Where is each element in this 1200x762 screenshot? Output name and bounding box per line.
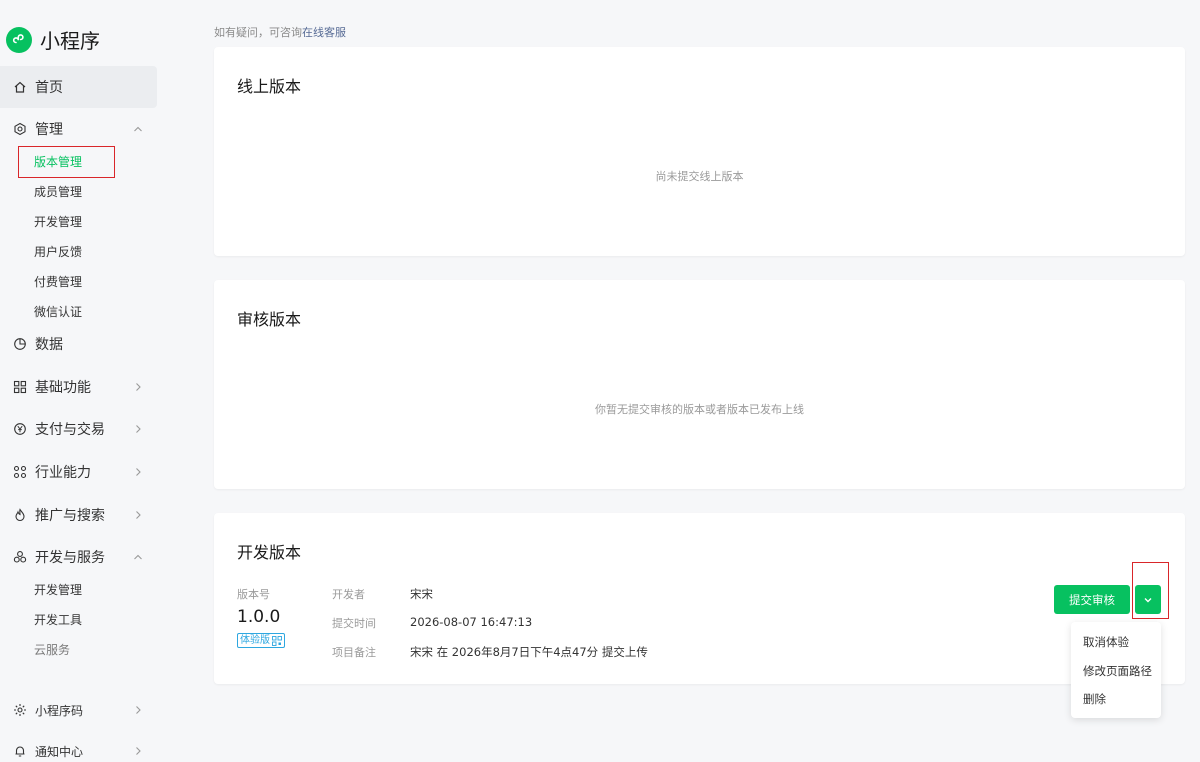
- nav-promotion[interactable]: 推广与搜索: [0, 494, 157, 536]
- industry-icon: [13, 465, 27, 479]
- trial-version-tag-label: 体验版: [240, 635, 270, 646]
- flame-icon: [13, 508, 27, 522]
- nav-home-label: 首页: [35, 80, 63, 96]
- nav-manage-label: 管理: [35, 122, 63, 138]
- submit-review-button[interactable]: 提交审核: [1054, 585, 1130, 614]
- online-version-card: 线上版本 尚未提交线上版本: [214, 47, 1185, 256]
- online-service-link[interactable]: 在线客服: [302, 26, 346, 39]
- highlight-box-version-manage: [18, 146, 115, 178]
- nav-data[interactable]: 数据: [0, 323, 157, 365]
- nav-user-feedback[interactable]: 用户反馈: [34, 242, 82, 262]
- review-version-card: 审核版本 你暂无提交审核的版本或者版本已发布上线: [214, 280, 1185, 489]
- developer-value: 宋宋: [410, 587, 433, 601]
- nav-industry[interactable]: 行业能力: [0, 451, 157, 493]
- chevron-right-icon: [136, 383, 141, 391]
- highlight-box-more-actions: [1132, 562, 1169, 619]
- grid-icon: [13, 380, 27, 394]
- nav-qrcode-label: 小程序码: [35, 703, 84, 718]
- nav-basic-label: 基础功能: [35, 380, 91, 396]
- chevron-right-icon: [136, 747, 141, 755]
- nav-devservice-label: 开发与服务: [35, 550, 105, 566]
- dev-version-title: 开发版本: [237, 543, 302, 562]
- chevron-right-icon: [136, 706, 141, 714]
- sun-icon: [13, 703, 27, 717]
- submit-time-label: 提交时间: [332, 617, 376, 630]
- review-version-empty: 你暂无提交审核的版本或者版本已发布上线: [595, 403, 804, 416]
- help-hint-text: 如有疑问，可咨询: [214, 26, 302, 39]
- brand[interactable]: 小程序: [6, 25, 100, 54]
- home-icon: [13, 80, 27, 94]
- settings-icon: [13, 122, 27, 136]
- trial-version-tag[interactable]: 体验版: [237, 633, 285, 648]
- nav-dev-tools[interactable]: 开发工具: [34, 610, 82, 630]
- nav-payment-label: 支付与交易: [35, 422, 105, 438]
- project-note-label: 项目备注: [332, 646, 376, 659]
- menu-edit-page-path[interactable]: 修改页面路径: [1083, 663, 1152, 679]
- chevron-up-icon: [134, 554, 142, 560]
- yuan-icon: [13, 422, 27, 436]
- developer-label: 开发者: [332, 588, 365, 601]
- help-hint: 如有疑问，可咨询在线客服: [214, 24, 346, 40]
- submit-time-value: 2026-08-07 16:47:13: [410, 615, 533, 629]
- nav-wechat-verify[interactable]: 微信认证: [34, 302, 82, 322]
- chevron-up-icon: [134, 126, 142, 132]
- version-number-label: 版本号: [237, 588, 270, 601]
- nav-member-manage[interactable]: 成员管理: [34, 182, 82, 202]
- nav-qrcode[interactable]: 小程序码: [0, 689, 157, 731]
- brand-title: 小程序: [40, 29, 100, 53]
- nav-cloud-service[interactable]: 云服务: [34, 640, 70, 660]
- nav-basic[interactable]: 基础功能: [0, 366, 157, 408]
- online-version-title: 线上版本: [237, 77, 302, 96]
- nav-payment-manage[interactable]: 付费管理: [34, 272, 82, 292]
- nav-dev-manage[interactable]: 开发管理: [34, 212, 82, 232]
- menu-cancel-trial[interactable]: 取消体验: [1083, 634, 1129, 650]
- cluster-icon: [13, 550, 27, 564]
- bell-icon: [13, 744, 27, 758]
- nav-devservice-dev-manage[interactable]: 开发管理: [34, 580, 82, 600]
- chevron-right-icon: [136, 468, 141, 476]
- nav-home[interactable]: 首页: [0, 66, 157, 108]
- menu-delete[interactable]: 删除: [1083, 691, 1106, 707]
- qrcode-icon: [272, 635, 282, 646]
- nav-notify-label: 通知中心: [35, 744, 84, 759]
- project-note-value: 宋宋 在 2026年8月7日下午4点47分 提交上传: [410, 645, 648, 659]
- version-number: 1.0.0: [237, 607, 281, 627]
- miniprogram-logo-icon: [6, 26, 32, 53]
- nav-devservice[interactable]: 开发与服务: [0, 536, 157, 578]
- chevron-right-icon: [136, 425, 141, 433]
- chevron-right-icon: [136, 511, 141, 519]
- nav-industry-label: 行业能力: [35, 465, 91, 481]
- more-actions-menu: 取消体验 修改页面路径 删除: [1071, 622, 1161, 718]
- nav-notify[interactable]: 通知中心: [0, 730, 157, 762]
- pie-chart-icon: [13, 337, 27, 351]
- nav-promotion-label: 推广与搜索: [35, 508, 105, 524]
- nav-payment[interactable]: 支付与交易: [0, 408, 157, 450]
- online-version-empty: 尚未提交线上版本: [655, 170, 744, 183]
- sidebar: 小程序 首页 管理 版本管理 成员管理 开发管理 用户反馈 付费管理 微信认证 …: [0, 0, 162, 762]
- nav-data-label: 数据: [35, 337, 63, 353]
- nav-manage[interactable]: 管理: [0, 108, 157, 150]
- review-version-title: 审核版本: [237, 310, 302, 329]
